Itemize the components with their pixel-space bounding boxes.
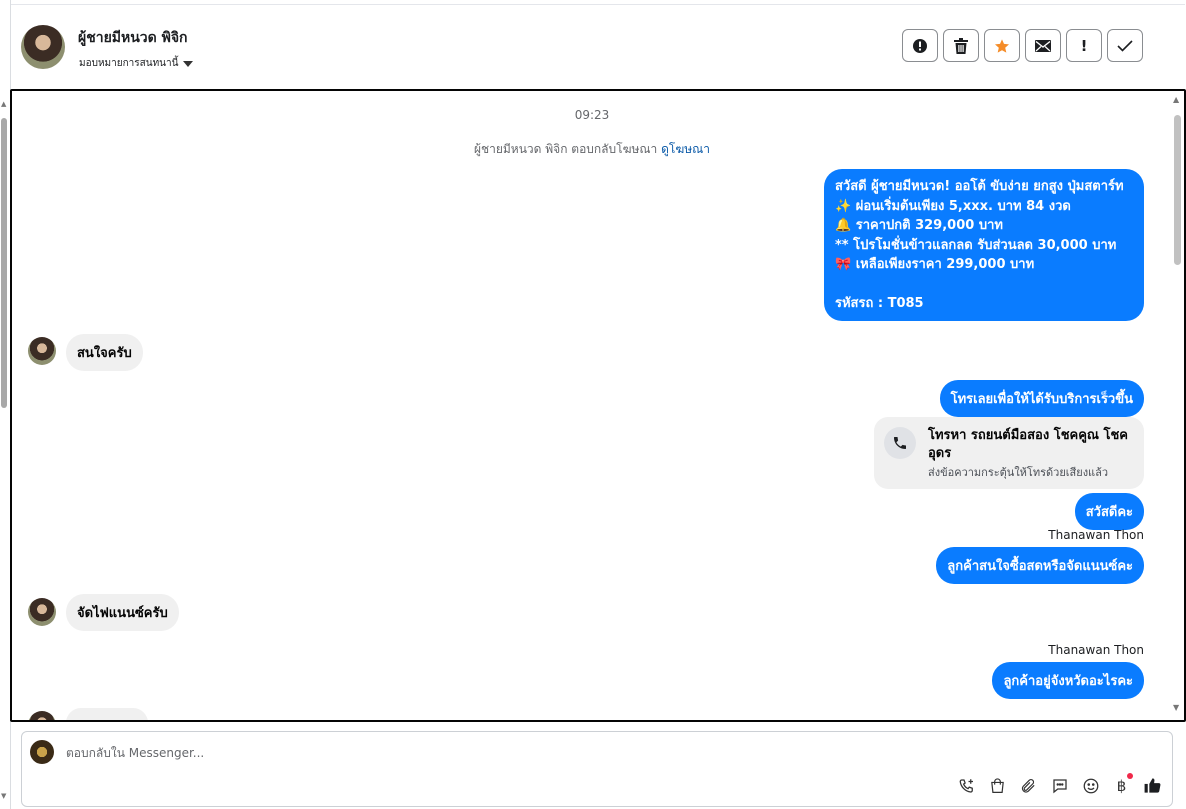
ad-reply-text: ผู้ชายมีหนวด พิจิก ตอบกลับโฆษณา — [473, 142, 658, 156]
incoming-message: สนใจครับ — [66, 334, 143, 371]
contact-avatar-small[interactable] — [28, 337, 56, 365]
shopping-bag-icon[interactable] — [988, 776, 1007, 795]
message-thread[interactable]: 09:23 ผู้ชายมีหนวด พิจิก ตอบกลับโฆษณา ดู… — [10, 89, 1186, 722]
caret-down-icon — [183, 60, 194, 67]
alert-circle-icon — [913, 38, 927, 53]
scrollbar-thumb[interactable] — [1174, 115, 1181, 265]
report-spam-button[interactable] — [902, 29, 938, 62]
notification-dot — [1127, 773, 1133, 779]
scroll-down-arrow-icon[interactable]: ▼ — [1173, 703, 1179, 712]
call-card-title: โทรหา รถยนต์มือสอง โชคคูณ โชค อุดร — [928, 428, 1129, 461]
contact-avatar[interactable] — [21, 25, 65, 69]
mark-done-button[interactable] — [1107, 29, 1143, 62]
scroll-down-arrow-icon[interactable]: ▼ — [1, 792, 6, 800]
exclamation-icon: ! — [1080, 36, 1088, 55]
check-icon — [1117, 39, 1133, 52]
smiley-icon[interactable] — [1081, 776, 1100, 795]
message-timestamp: 09:23 — [574, 108, 610, 122]
thumbs-up-icon[interactable] — [1143, 776, 1162, 795]
sender-name: Thanawan Thon — [1048, 643, 1144, 657]
scroll-up-arrow-icon[interactable]: ▲ — [1173, 95, 1179, 104]
outgoing-message: ลูกค้าสนใจซื้อสดหรือจัดแนนซ์คะ — [936, 547, 1144, 584]
page-avatar — [30, 740, 54, 764]
scrollbar-thumb[interactable] — [1, 118, 7, 408]
star-button[interactable] — [984, 29, 1020, 62]
phone-icon — [884, 427, 916, 459]
trash-icon — [954, 37, 968, 54]
star-icon — [995, 38, 1009, 53]
contact-avatar-small[interactable] — [28, 598, 56, 626]
incoming-message: จัดไฟแนนซ์ครับ — [66, 594, 179, 631]
outgoing-ad-message: สวัสดี ผู้ชายมีหนวด! ออโต้ ขับง่าย ยกสูง… — [824, 169, 1144, 321]
envelope-icon — [1035, 39, 1051, 52]
ad-reply-notice: ผู้ชายมีหนวด พิจิก ตอบกลับโฆษณา ดูโฆษณา — [12, 140, 1172, 159]
message-line: รหัสรถ : T085 — [835, 295, 924, 311]
incoming-message-partial — [66, 708, 148, 720]
delete-button[interactable] — [943, 29, 979, 62]
message-line: ✨ ผ่อนเริ่มต้นเพียง 5,xxx. บาท 84 งวด — [835, 198, 1071, 214]
message-line: ** โปรโมชั่นข้าวแลกลด รับส่วนลด 30,000 บ… — [835, 237, 1117, 253]
baht-icon[interactable]: ฿ — [1112, 773, 1133, 795]
chat-bubble-icon[interactable] — [1050, 776, 1069, 795]
composer-toolbar: ฿ — [957, 773, 1162, 795]
sender-name: Thanawan Thon — [1048, 528, 1144, 542]
reply-composer: ฿ — [21, 731, 1173, 807]
call-card-subtitle: ส่งข้อความกระตุ้นให้โทรด้วยเสียงแล้ว — [928, 466, 1109, 479]
message-line: 🎀 เหลือเพียงราคา 299,000 บาท — [835, 257, 1035, 272]
thread-scrollbar[interactable]: ▲ ▼ — [1172, 95, 1182, 713]
contact-avatar-small[interactable] — [28, 711, 56, 720]
conversation-header: ผู้ชายมีหนวด พิจิก มอบหมายการสนทนานี้ ! — [11, 4, 1185, 89]
contact-name[interactable]: ผู้ชายมีหนวด พิจิก — [78, 27, 188, 49]
message-line: 🔔 ราคาปกติ 329,000 บาท — [835, 218, 1003, 233]
call-request-card[interactable]: โทรหา รถยนต์มือสอง โชคคูณ โชค อุดร ส่งข้… — [874, 417, 1144, 489]
view-ad-link[interactable]: ดูโฆษณา — [661, 142, 710, 156]
paperclip-icon[interactable] — [1019, 776, 1038, 795]
mark-unread-button[interactable] — [1025, 29, 1061, 62]
assign-label: มอบหมายการสนทนานี้ — [79, 58, 179, 69]
phone-plus-icon[interactable] — [957, 776, 976, 795]
outgoing-message: สวัสดีคะ — [1074, 493, 1144, 530]
reply-input[interactable] — [66, 746, 866, 760]
message-line: สวัสดี ผู้ชายมีหนวด! ออโต้ ขับง่าย ยกสูง… — [835, 179, 1124, 194]
outgoing-message: ลูกค้าอยู่จังหวัดอะไรคะ — [992, 662, 1144, 699]
outgoing-message: โทรเลยเพื่อให้ได้รับบริการเร็วขึ้น — [939, 380, 1144, 417]
action-toolbar: ! — [902, 29, 1143, 62]
follow-up-button[interactable]: ! — [1066, 29, 1102, 62]
scroll-up-arrow-icon[interactable]: ▲ — [1, 100, 6, 108]
assign-conversation-dropdown[interactable]: มอบหมายการสนทนานี้ — [79, 56, 194, 71]
